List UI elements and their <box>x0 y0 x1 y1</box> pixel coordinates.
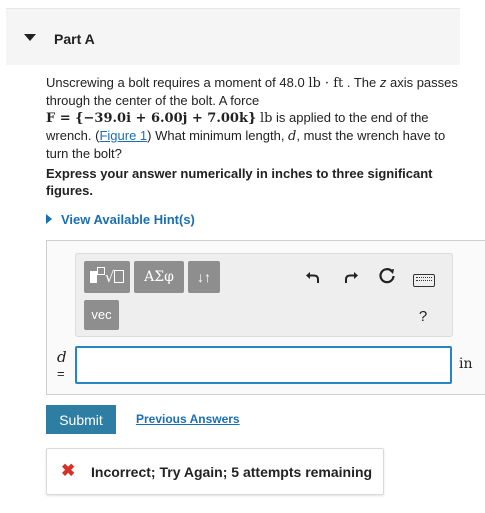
feedback-text: Incorrect; Try Again; 5 attempts remaini… <box>91 464 373 480</box>
feedback-banner: ✖ Incorrect; Try Again; 5 attempts remai… <box>46 448 384 495</box>
equals-sign: = <box>57 366 65 381</box>
hint-caret-icon <box>46 214 52 224</box>
question-text-2: . The <box>343 75 380 90</box>
answer-unit: in <box>459 356 473 372</box>
question-text-1: Unscrewing a bolt requires a moment of 4… <box>46 75 309 90</box>
part-title: Part A <box>54 31 95 47</box>
templates-button[interactable]: √ <box>84 261 130 293</box>
reset-icon[interactable] <box>374 267 400 293</box>
figure-link[interactable]: Figure 1 <box>99 128 147 143</box>
answer-input[interactable] <box>75 346 452 384</box>
vector-button[interactable]: vec <box>84 300 119 330</box>
instruction-text: Express your answer numerically in inche… <box>46 166 433 198</box>
redo-icon[interactable] <box>338 267 364 293</box>
math-toolbar: √ ΑΣφ ↓↑ vec ? <box>75 253 453 337</box>
undo-icon[interactable] <box>300 267 326 293</box>
view-hints-label: View Available Hint(s) <box>61 212 195 227</box>
sub-superscript-button[interactable]: ↓↑ <box>188 261 220 293</box>
help-button[interactable]: ? <box>410 304 436 330</box>
previous-answers-link[interactable]: Previous Answers <box>136 412 240 426</box>
force-unit: lb <box>259 111 273 126</box>
error-x-icon: ✖ <box>61 461 76 480</box>
view-hints-toggle[interactable]: View Available Hint(s) <box>46 212 195 227</box>
template-block-icon: √ <box>89 267 125 286</box>
moment-unit: lb · ft <box>308 76 344 91</box>
answer-variable: d <box>57 348 67 366</box>
keyboard-icon[interactable] <box>411 267 437 293</box>
question-text: Unscrewing a bolt requires a moment of 4… <box>46 74 458 162</box>
submit-button[interactable]: Submit <box>46 405 116 434</box>
greek-symbols-button[interactable]: ΑΣφ <box>134 261 184 293</box>
force-vector: F = {−39.0i + 6.00j + 7.00k} <box>46 111 257 126</box>
collapse-caret-icon[interactable] <box>24 34 36 41</box>
question-text-5: ) What minimum length, <box>147 128 289 143</box>
part-header[interactable]: Part A <box>6 8 460 65</box>
